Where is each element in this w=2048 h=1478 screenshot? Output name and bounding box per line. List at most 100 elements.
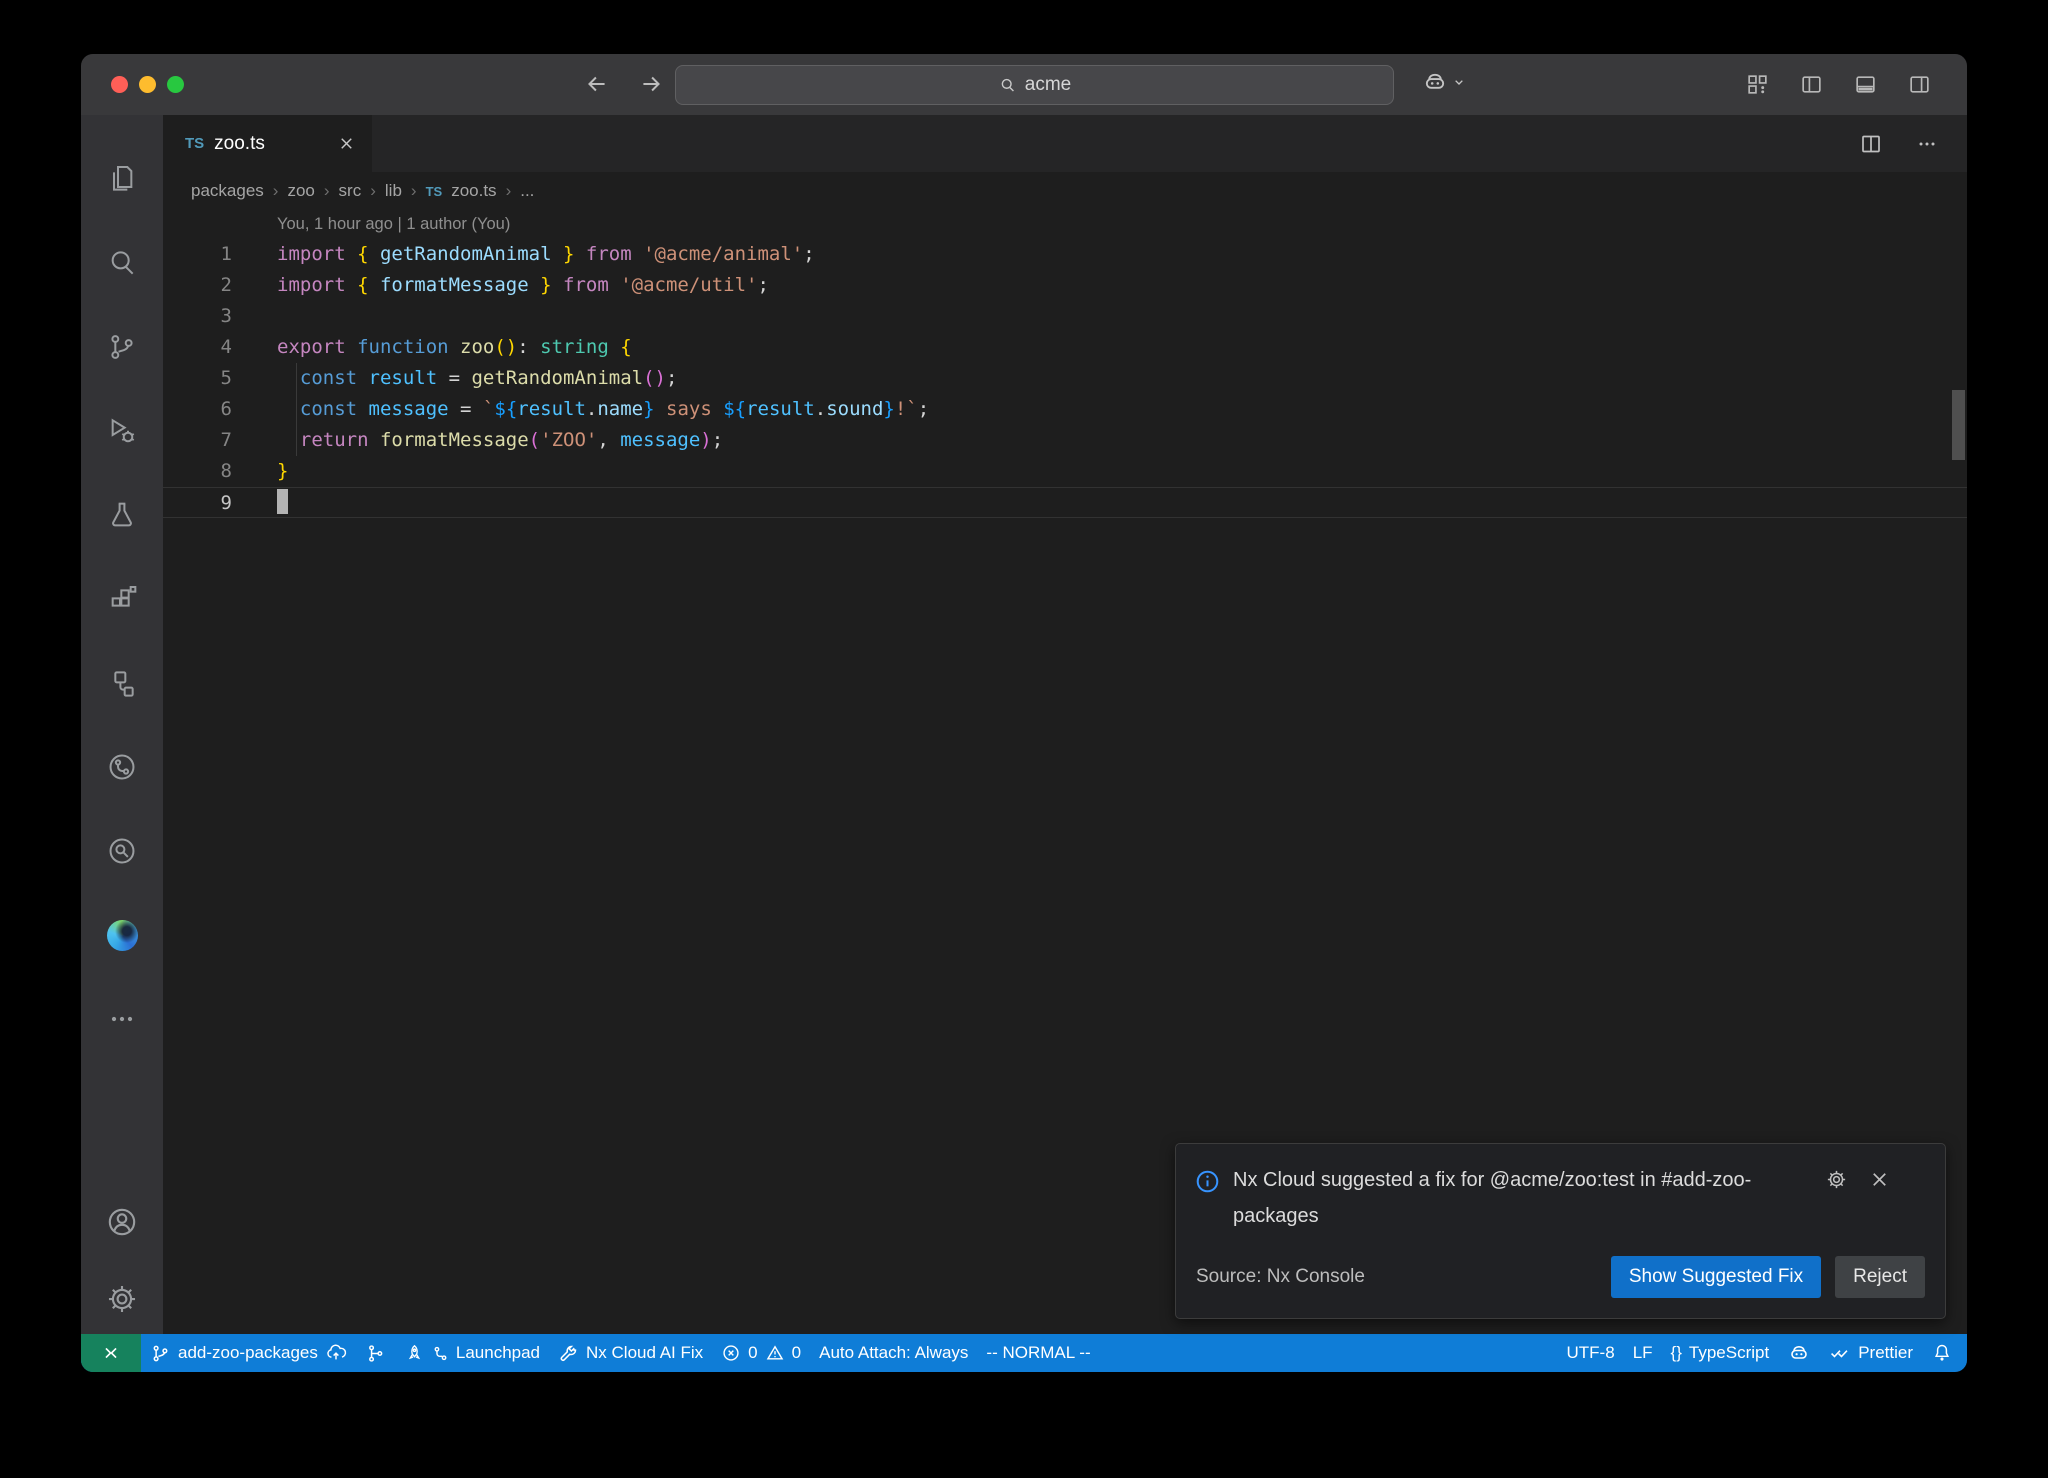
split-editor-button[interactable] [1855, 128, 1887, 160]
sidebar-item-explorer[interactable] [91, 137, 153, 221]
breadcrumb-separator: › [370, 181, 376, 201]
encoding-status[interactable]: UTF-8 [1558, 1334, 1624, 1372]
close-window-button[interactable] [111, 76, 128, 93]
warning-count: 0 [792, 1343, 801, 1363]
activity-bar [81, 115, 163, 1334]
eol-label: LF [1633, 1343, 1653, 1363]
chevron-down-icon [1451, 74, 1467, 90]
sidebar-item-edge-browser[interactable] [91, 893, 153, 977]
breadcrumb: packages › zoo › src › lib › TS zoo.ts ›… [163, 172, 1967, 210]
launchpad-status[interactable]: Launchpad [395, 1334, 549, 1372]
sidebar-item-extensions[interactable] [91, 557, 153, 641]
error-count: 0 [748, 1343, 757, 1363]
show-suggested-fix-button[interactable]: Show Suggested Fix [1611, 1256, 1821, 1298]
code-content: const result = getRandomAnimal(); [232, 363, 677, 394]
search-value: acme [1025, 74, 1071, 96]
search-icon [998, 76, 1017, 95]
line-number: 6 [163, 394, 232, 425]
code-line-8[interactable]: 8} [163, 456, 1967, 487]
sidebar-item-testing[interactable] [91, 473, 153, 557]
close-icon [1868, 1168, 1891, 1191]
code-content: import { formatMessage } from '@acme/uti… [232, 270, 769, 301]
copilot-menu-button[interactable] [1421, 68, 1467, 96]
breadcrumb-tail[interactable]: ... [520, 181, 534, 201]
sidebar-item-run-debug[interactable] [91, 389, 153, 473]
customize-layout-button[interactable] [1741, 68, 1773, 100]
code-line-2[interactable]: 2import { formatMessage } from '@acme/ut… [163, 270, 1967, 301]
tab-close-button[interactable] [337, 134, 356, 153]
line-number: 9 [163, 488, 232, 517]
sidebar-item-code-search[interactable] [91, 809, 153, 893]
line-number: 5 [163, 363, 232, 394]
code-content: import { getRandomAnimal } from '@acme/a… [232, 239, 815, 270]
formatter-status[interactable]: Prettier [1820, 1334, 1922, 1372]
toggle-secondary-sidebar-icon [1907, 72, 1932, 97]
vscode-window: acme [81, 54, 1967, 1372]
bell-icon [1931, 1342, 1953, 1364]
project-graph-icon [106, 751, 138, 783]
remote-icon [100, 1342, 122, 1364]
circle-search-icon [106, 835, 138, 867]
encoding-label: UTF-8 [1567, 1343, 1615, 1363]
eol-status[interactable]: LF [1624, 1334, 1662, 1372]
notification-settings-button[interactable] [1825, 1168, 1848, 1197]
code-line-3[interactable]: 3 [163, 301, 1967, 332]
sidebar-item-project-graph[interactable] [91, 725, 153, 809]
vim-mode-status[interactable]: -- NORMAL -- [977, 1334, 1099, 1372]
code-line-4[interactable]: 4export function zoo(): string { [163, 332, 1967, 363]
title-bar: acme [81, 54, 1967, 115]
minimize-window-button[interactable] [139, 76, 156, 93]
gear-icon [105, 1282, 139, 1316]
indent-guide [296, 394, 297, 425]
code-content [232, 301, 277, 332]
language-status[interactable]: {} TypeScript [1662, 1334, 1779, 1372]
auto-attach-status[interactable]: Auto Attach: Always [810, 1334, 977, 1372]
code-line-5[interactable]: 5 const result = getRandomAnimal(); [163, 363, 1967, 394]
account-button[interactable] [91, 1180, 153, 1264]
breadcrumb-item[interactable]: src [339, 181, 362, 201]
problems-status[interactable]: 0 0 [712, 1334, 810, 1372]
toggle-panel-button[interactable] [1849, 68, 1881, 100]
breadcrumb-item[interactable]: zoo [287, 181, 314, 201]
code-line-6[interactable]: 6 const message = `${result.name} says $… [163, 394, 1967, 425]
code-line-7[interactable]: 7 return formatMessage('ZOO', message); [163, 425, 1967, 456]
breadcrumb-file[interactable]: zoo.ts [451, 181, 496, 201]
indent-guide [296, 425, 297, 456]
reject-button[interactable]: Reject [1835, 1256, 1925, 1298]
git-graph-button[interactable] [356, 1334, 395, 1372]
notification-message: Nx Cloud suggested a fix for @acme/zoo:t… [1233, 1162, 1813, 1234]
ellipsis-icon [1915, 132, 1939, 156]
settings-button[interactable] [91, 1264, 153, 1334]
back-button[interactable] [581, 68, 613, 100]
code-line-1[interactable]: 1import { getRandomAnimal } from '@acme/… [163, 239, 1967, 270]
sidebar-item-search[interactable] [91, 221, 153, 305]
remote-indicator[interactable] [81, 1334, 141, 1372]
braces-icon: {} [1671, 1343, 1682, 1363]
auto-attach-label: Auto Attach: Always [819, 1343, 968, 1363]
code-lines: 1import { getRandomAnimal } from '@acme/… [163, 239, 1967, 518]
copilot-icon [1421, 68, 1449, 96]
editor-scrollbar[interactable] [1952, 390, 1965, 460]
breadcrumb-item[interactable]: packages [191, 181, 264, 201]
code-line-9[interactable]: 9 [163, 487, 1967, 518]
breadcrumb-item[interactable]: lib [385, 181, 402, 201]
toggle-sidebar-button[interactable] [1795, 68, 1827, 100]
nx-cloud-ai-fix-status[interactable]: Nx Cloud AI Fix [549, 1334, 712, 1372]
git-branch-status[interactable]: add-zoo-packages [141, 1334, 356, 1372]
sidebar-item-more[interactable] [91, 977, 153, 1061]
back-arrow-icon [584, 71, 610, 97]
zoom-window-button[interactable] [167, 76, 184, 93]
editor-more-actions-button[interactable] [1911, 128, 1943, 160]
tab-zoo-ts[interactable]: TS zoo.ts [163, 115, 373, 172]
branch-name: add-zoo-packages [178, 1343, 318, 1363]
code-editor[interactable]: You, 1 hour ago | 1 author (You) 1import… [163, 210, 1967, 1334]
forward-button[interactable] [635, 68, 667, 100]
sidebar-item-nx-console[interactable] [91, 641, 153, 725]
notification-close-button[interactable] [1868, 1168, 1891, 1197]
command-center-search[interactable]: acme [675, 65, 1394, 105]
sidebar-item-source-control[interactable] [91, 305, 153, 389]
notifications-bell[interactable] [1922, 1334, 1967, 1372]
copilot-status[interactable] [1778, 1334, 1820, 1372]
line-number: 1 [163, 239, 232, 270]
toggle-secondary-sidebar-button[interactable] [1903, 68, 1935, 100]
